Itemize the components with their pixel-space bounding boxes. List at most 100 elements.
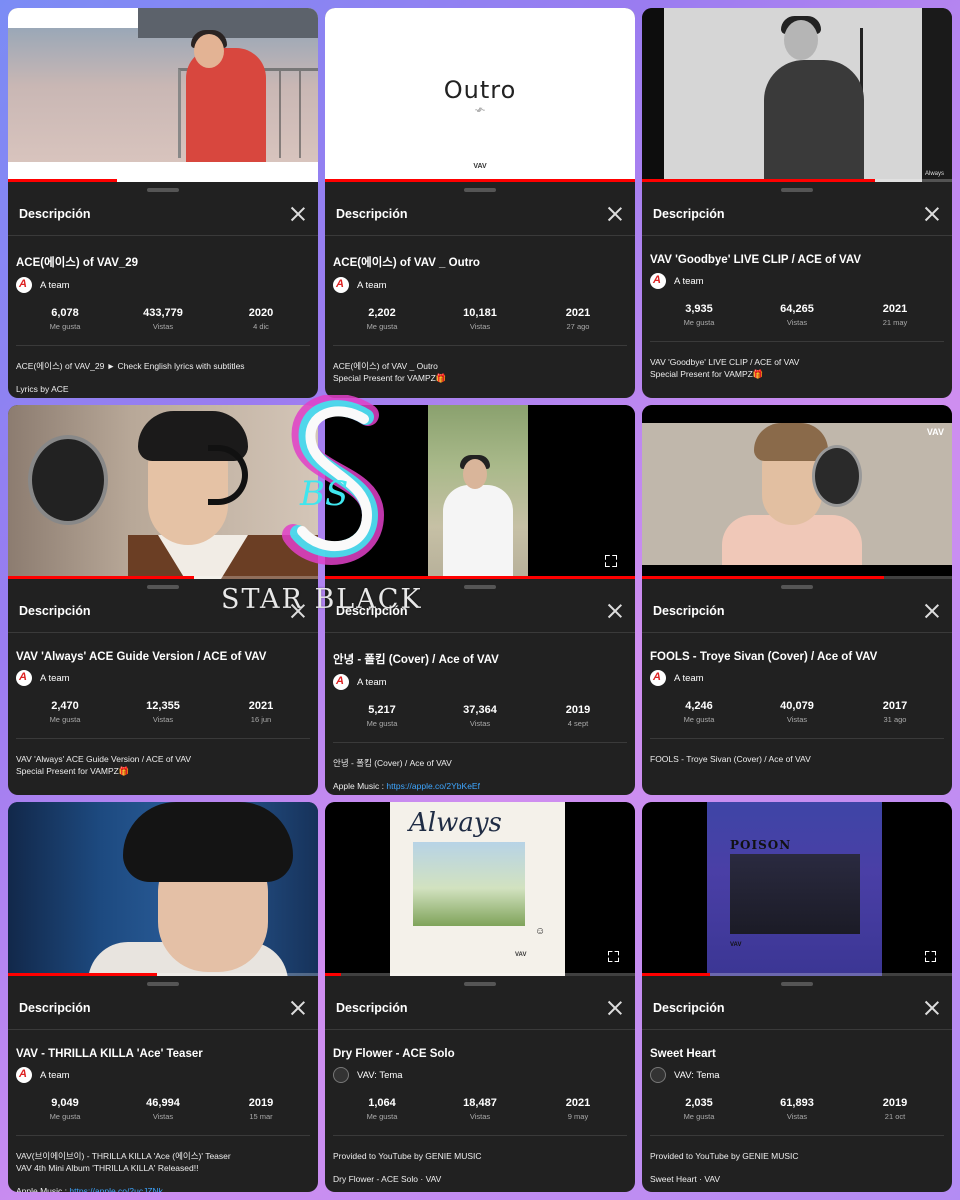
channel-avatar-icon[interactable] bbox=[333, 674, 349, 690]
video-thumbnail[interactable]: Always bbox=[642, 8, 952, 182]
video-title: VAV - THRILLA KILLA 'Ace' Teaser bbox=[16, 1048, 203, 1060]
publish-year: 2021 bbox=[882, 303, 908, 315]
video-card-1: Descripción ACE(에이스) of VAV_29 A team 6,… bbox=[8, 8, 318, 398]
album-logo: VAV bbox=[515, 952, 527, 958]
views-stat: 433,779 Vistas bbox=[133, 307, 193, 331]
progress-bar[interactable] bbox=[642, 179, 952, 182]
video-thumbnail[interactable]: Always ☺ VAV bbox=[325, 802, 635, 976]
progress-bar[interactable] bbox=[642, 973, 952, 976]
channel-name[interactable]: VAV: Tema bbox=[357, 1070, 403, 1081]
date-stat: 2017 31 ago bbox=[865, 700, 925, 724]
description-line: Composed by ACE, COUP D'ETAT, Mook bbox=[16, 395, 310, 398]
progress-bar[interactable] bbox=[642, 576, 952, 579]
description-line: Special Present for VAMPZ🎁 bbox=[650, 369, 764, 379]
likes-label: Me gusta bbox=[49, 322, 81, 331]
video-card-4: Descripción VAV 'Always' ACE Guide Versi… bbox=[8, 405, 318, 795]
description-line: Dry Flower - ACE Solo · VAV bbox=[333, 1174, 442, 1184]
channel-avatar-icon[interactable] bbox=[650, 273, 666, 289]
panel-title: Descripción bbox=[653, 206, 725, 221]
publish-year: 2019 bbox=[248, 1097, 274, 1109]
channel-name[interactable]: A team bbox=[674, 673, 704, 684]
close-icon[interactable] bbox=[605, 204, 625, 224]
channel-avatar-icon[interactable] bbox=[16, 1067, 32, 1083]
channel-name[interactable]: A team bbox=[674, 276, 704, 287]
channel-name[interactable]: A team bbox=[40, 673, 70, 684]
date-stat: 2019 21 oct bbox=[865, 1097, 925, 1121]
likes-count: 9,049 bbox=[51, 1097, 79, 1109]
video-thumbnail[interactable]: Outro ~⁄⁄∕~ VAV bbox=[325, 8, 635, 182]
progress-bar[interactable] bbox=[8, 973, 318, 976]
channel-name[interactable]: A team bbox=[357, 280, 387, 291]
video-title: ACE(에이스) of VAV_29 bbox=[16, 257, 139, 269]
channel-name[interactable]: A team bbox=[357, 677, 387, 688]
channel-row[interactable]: VAV: Tema bbox=[650, 1067, 944, 1083]
description-link-line: Apple Music : https://apple.co/2YbKeEf bbox=[333, 780, 627, 792]
external-link[interactable]: https://spoti.fi/2LBHBZM bbox=[366, 793, 458, 795]
progress-fill bbox=[642, 576, 884, 579]
channel-avatar-icon[interactable] bbox=[650, 670, 666, 686]
views-stat: 40,079 Vistas bbox=[767, 700, 827, 724]
channel-row[interactable]: A team bbox=[333, 277, 627, 293]
video-thumbnail[interactable] bbox=[325, 405, 635, 579]
close-icon[interactable] bbox=[288, 998, 308, 1018]
progress-bar[interactable] bbox=[8, 179, 318, 182]
channel-row[interactable]: VAV: Tema bbox=[333, 1067, 627, 1083]
external-link[interactable]: https://apple.co/2ucJZNk bbox=[69, 1186, 163, 1192]
channel-name[interactable]: A team bbox=[40, 1070, 70, 1081]
video-thumbnail[interactable]: POISON VAV bbox=[642, 802, 952, 976]
views-count: 40,079 bbox=[780, 700, 814, 712]
panel-title: Descripción bbox=[336, 1000, 408, 1015]
likes-label: Me gusta bbox=[366, 322, 398, 331]
progress-bar[interactable] bbox=[8, 576, 318, 579]
close-icon[interactable] bbox=[288, 601, 308, 621]
channel-name[interactable]: VAV: Tema bbox=[674, 1070, 720, 1081]
stats-row: 9,049 Me gusta 46,994 Vistas 2019 15 mar bbox=[16, 1097, 310, 1136]
publish-year: 2019 bbox=[565, 704, 591, 716]
panel-header: Descripción bbox=[642, 589, 952, 633]
channel-row[interactable]: A team bbox=[650, 273, 944, 289]
channel-row[interactable]: A team bbox=[650, 670, 944, 686]
close-icon[interactable] bbox=[605, 601, 625, 621]
channel-avatar-icon[interactable] bbox=[333, 1067, 349, 1083]
progress-bar[interactable] bbox=[325, 576, 635, 579]
views-count: 12,355 bbox=[146, 700, 180, 712]
link-label: Spotify : bbox=[333, 793, 366, 795]
fullscreen-icon[interactable] bbox=[608, 951, 619, 962]
close-icon[interactable] bbox=[922, 601, 942, 621]
progress-bar[interactable] bbox=[325, 973, 635, 976]
video-thumbnail[interactable] bbox=[8, 405, 318, 579]
panel-title: Descripción bbox=[19, 1000, 91, 1015]
stats-row: 2,470 Me gusta 12,355 Vistas 2021 16 jun bbox=[16, 700, 310, 739]
close-icon[interactable] bbox=[922, 998, 942, 1018]
publish-date: 4 sept bbox=[567, 719, 589, 728]
video-title: FOOLS - Troye Sivan (Cover) / Ace of VAV bbox=[650, 651, 878, 663]
video-thumbnail[interactable] bbox=[8, 8, 318, 182]
description-line: Provided to YouTube by GENIE MUSIC bbox=[333, 1151, 482, 1161]
channel-row[interactable]: A team bbox=[16, 670, 310, 686]
stats-row: 5,217 Me gusta 37,364 Vistas 2019 4 sept bbox=[333, 704, 627, 743]
fullscreen-icon[interactable] bbox=[605, 555, 617, 567]
description-line: 안녕 - 폴킴 (Cover) / Ace of VAV bbox=[333, 758, 452, 768]
close-icon[interactable] bbox=[922, 204, 942, 224]
channel-avatar-icon[interactable] bbox=[650, 1067, 666, 1083]
video-thumbnail[interactable]: VAV bbox=[642, 405, 952, 579]
views-label: Vistas bbox=[152, 1112, 174, 1121]
description-body: VAV 'Goodbye' LIVE CLIP / ACE of VAV Spec… bbox=[650, 356, 944, 380]
external-link[interactable]: https://apple.co/2YbKeEf bbox=[386, 781, 480, 791]
publish-date: 31 ago bbox=[883, 715, 907, 724]
channel-avatar-icon[interactable] bbox=[16, 670, 32, 686]
close-icon[interactable] bbox=[605, 998, 625, 1018]
likes-count: 3,935 bbox=[685, 303, 713, 315]
channel-row[interactable]: A team bbox=[16, 277, 310, 293]
channel-name[interactable]: A team bbox=[40, 280, 70, 291]
channel-avatar-icon[interactable] bbox=[333, 277, 349, 293]
channel-row[interactable]: A team bbox=[333, 674, 627, 690]
panel-title: Descripción bbox=[653, 1000, 725, 1015]
fullscreen-icon[interactable] bbox=[925, 951, 936, 962]
video-thumbnail[interactable] bbox=[8, 802, 318, 976]
progress-bar[interactable] bbox=[325, 179, 635, 182]
close-icon[interactable] bbox=[288, 204, 308, 224]
channel-row[interactable]: A team bbox=[16, 1067, 310, 1083]
channel-avatar-icon[interactable] bbox=[16, 277, 32, 293]
